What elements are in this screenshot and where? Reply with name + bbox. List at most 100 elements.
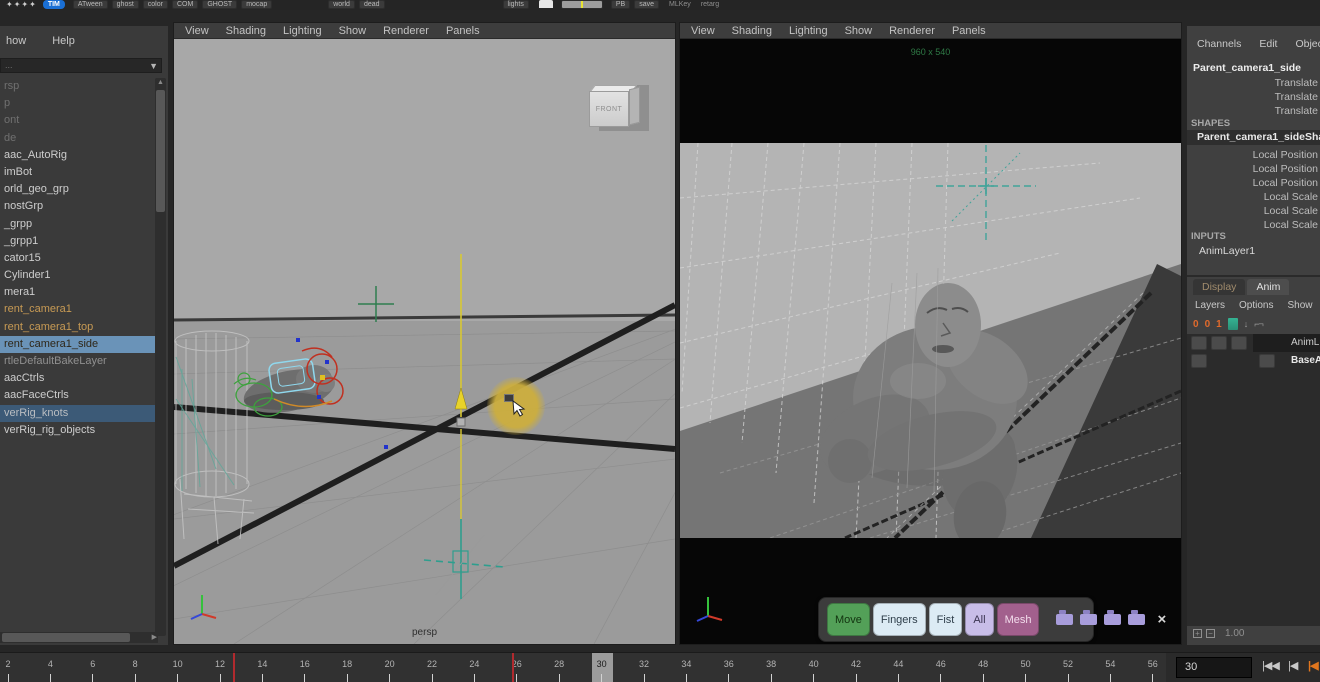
picker-button[interactable]: Fist bbox=[929, 603, 963, 636]
timeline-tick[interactable]: 6 bbox=[73, 654, 113, 682]
viewport-menu-item[interactable]: View bbox=[185, 25, 209, 37]
viewport-menu-item[interactable]: Shading bbox=[732, 25, 772, 37]
channel-attribute[interactable]: Translate bbox=[1187, 76, 1319, 90]
viewport-menu-item[interactable]: Show bbox=[339, 25, 367, 37]
timeline-toggle-icon[interactable] bbox=[561, 0, 603, 9]
shelf-button[interactable]: COM bbox=[172, 0, 198, 9]
outliner-item[interactable]: rtleDefaultBakeLayer bbox=[0, 353, 156, 370]
viewport-menu-item[interactable]: Renderer bbox=[383, 25, 429, 37]
channel-attribute[interactable]: Local Position bbox=[1187, 148, 1319, 162]
timeline-tick[interactable]: 16 bbox=[285, 654, 325, 682]
link-icon[interactable]: ⌐¬ bbox=[1254, 319, 1263, 329]
scrollbar-thumb[interactable] bbox=[156, 90, 165, 212]
shelf-button[interactable]: world bbox=[328, 0, 355, 9]
zoom-out-icon[interactable]: − bbox=[1206, 629, 1215, 638]
timeline-ruler[interactable]: 2468101214161820222426283032343638404244… bbox=[0, 653, 1166, 682]
zoom-in-icon[interactable]: + bbox=[1193, 629, 1202, 638]
current-frame-field[interactable]: 30 bbox=[1176, 657, 1252, 678]
timeline-tick[interactable]: 40 bbox=[794, 654, 834, 682]
timeline-tick[interactable]: 48 bbox=[963, 654, 1003, 682]
move-down-icon[interactable]: ↓ bbox=[1244, 319, 1249, 329]
playblast-button[interactable]: PB bbox=[611, 0, 630, 9]
one-key-icon[interactable]: 1 bbox=[1216, 319, 1222, 330]
viewport-menu-item[interactable]: Lighting bbox=[789, 25, 828, 37]
folder-icon-1[interactable] bbox=[1056, 614, 1073, 625]
picker-button[interactable]: Fingers bbox=[873, 603, 926, 636]
timeline-tick[interactable]: 18 bbox=[327, 654, 367, 682]
tim-logo-icon[interactable]: TIM bbox=[43, 0, 65, 9]
timeline-tick[interactable]: 36 bbox=[709, 654, 749, 682]
timeline-tick[interactable]: 10 bbox=[158, 654, 198, 682]
timeline-tick[interactable]: 38 bbox=[751, 654, 791, 682]
viewport-menu-item[interactable]: Renderer bbox=[889, 25, 935, 37]
timeline-tick[interactable]: 4 bbox=[30, 654, 70, 682]
shelf-button[interactable]: dead bbox=[359, 0, 385, 9]
tab-display[interactable]: Display bbox=[1193, 279, 1245, 295]
outliner-horizontal-scrollbar[interactable]: ▶ bbox=[0, 632, 158, 643]
view-cube-front-face[interactable]: FRONT bbox=[589, 91, 629, 127]
shelf-button[interactable]: ghost bbox=[112, 0, 139, 9]
outliner-item[interactable]: ont bbox=[0, 112, 156, 129]
anim-menu-item[interactable]: Layers bbox=[1195, 300, 1225, 311]
outliner-item[interactable]: mera1 bbox=[0, 284, 156, 301]
channel-box-menu-item[interactable]: Channels bbox=[1197, 38, 1241, 50]
picker-button[interactable]: Mesh bbox=[997, 603, 1040, 636]
viewport-menu-item[interactable]: Shading bbox=[226, 25, 266, 37]
layer-stack-icon[interactable] bbox=[1228, 318, 1238, 330]
timeline-tick[interactable]: 24 bbox=[454, 654, 494, 682]
zero-key-icon[interactable]: 0 bbox=[1205, 319, 1211, 330]
outliner-vertical-scrollbar[interactable]: ▲ bbox=[155, 78, 166, 636]
shelf-stars-icon[interactable]: ✦✦✦✦ bbox=[6, 0, 37, 9]
channel-attribute[interactable]: Local Scale bbox=[1187, 190, 1319, 204]
scrollbar-thumb[interactable] bbox=[2, 633, 130, 642]
picker-button[interactable]: All bbox=[965, 603, 993, 636]
mute-toggle[interactable] bbox=[1191, 354, 1207, 368]
outliner-item[interactable]: _grpp1 bbox=[0, 233, 156, 250]
solo-toggle[interactable] bbox=[1211, 336, 1227, 350]
timeline-tick[interactable]: 54 bbox=[1090, 654, 1130, 682]
shape-node-row[interactable]: Parent_camera1_sideShape bbox=[1187, 130, 1320, 145]
timeline-tick[interactable]: 2 bbox=[0, 654, 28, 682]
outliner-item[interactable]: aacCtrls bbox=[0, 370, 156, 387]
mute-toggle[interactable] bbox=[1191, 336, 1207, 350]
viewport-canvas[interactable]: 960 x 540 bbox=[680, 39, 1181, 644]
outliner-item[interactable]: imBot bbox=[0, 164, 156, 181]
chevron-down-icon[interactable]: ▼ bbox=[149, 60, 158, 73]
outliner-item[interactable]: aacFaceCtrls bbox=[0, 387, 156, 404]
zero-key-icon[interactable]: 0 bbox=[1193, 319, 1199, 330]
timeline-tick[interactable]: 32 bbox=[624, 654, 664, 682]
display-page-icon[interactable] bbox=[539, 0, 553, 8]
tab-anim[interactable]: Anim bbox=[1247, 279, 1289, 295]
outliner-filter-field[interactable]: ... ▼ bbox=[0, 58, 162, 73]
anim-menu-item[interactable]: Options bbox=[1239, 300, 1273, 311]
save-button[interactable]: save bbox=[634, 0, 659, 9]
step-back-frame-button[interactable]: |◀ bbox=[1308, 659, 1318, 672]
channel-attribute[interactable]: Local Position bbox=[1187, 176, 1319, 190]
shelf-button[interactable]: color bbox=[143, 0, 168, 9]
channel-attribute[interactable]: Local Position bbox=[1187, 162, 1319, 176]
timeline-tick[interactable]: 30 bbox=[582, 654, 622, 682]
timeline-tick[interactable]: 34 bbox=[666, 654, 706, 682]
close-icon[interactable]: × bbox=[1157, 611, 1166, 628]
anim-layer-name[interactable]: BaseA bbox=[1253, 352, 1320, 370]
outliner-item[interactable]: verRig_knots bbox=[0, 405, 156, 422]
shelf-button[interactable]: ATween bbox=[73, 0, 108, 9]
anim-layer-row[interactable]: AnimL bbox=[1187, 334, 1320, 352]
viewport-menu-item[interactable]: Lighting bbox=[283, 25, 322, 37]
timeline-tick[interactable]: 20 bbox=[370, 654, 410, 682]
shelf-button[interactable]: lights bbox=[503, 0, 529, 9]
outliner-item[interactable]: rent_camera1 bbox=[0, 301, 156, 318]
outliner-item[interactable]: _grpp bbox=[0, 216, 156, 233]
timeline-tick[interactable]: 44 bbox=[878, 654, 918, 682]
timeline-bookmark-marker[interactable] bbox=[233, 653, 235, 682]
shelf-button[interactable]: GHOST bbox=[202, 0, 237, 9]
scroll-right-icon[interactable]: ▶ bbox=[152, 632, 157, 643]
channel-attribute[interactable]: Local Scale bbox=[1187, 218, 1319, 232]
viewport-menu-item[interactable]: Show bbox=[845, 25, 873, 37]
timeline-tick[interactable]: 46 bbox=[921, 654, 961, 682]
timeline-tick[interactable]: 8 bbox=[115, 654, 155, 682]
channel-attribute[interactable]: Local Scale bbox=[1187, 204, 1319, 218]
outliner-item[interactable]: cator15 bbox=[0, 250, 156, 267]
timeline-tick[interactable]: 28 bbox=[539, 654, 579, 682]
view-cube-side-face[interactable] bbox=[629, 87, 640, 126]
